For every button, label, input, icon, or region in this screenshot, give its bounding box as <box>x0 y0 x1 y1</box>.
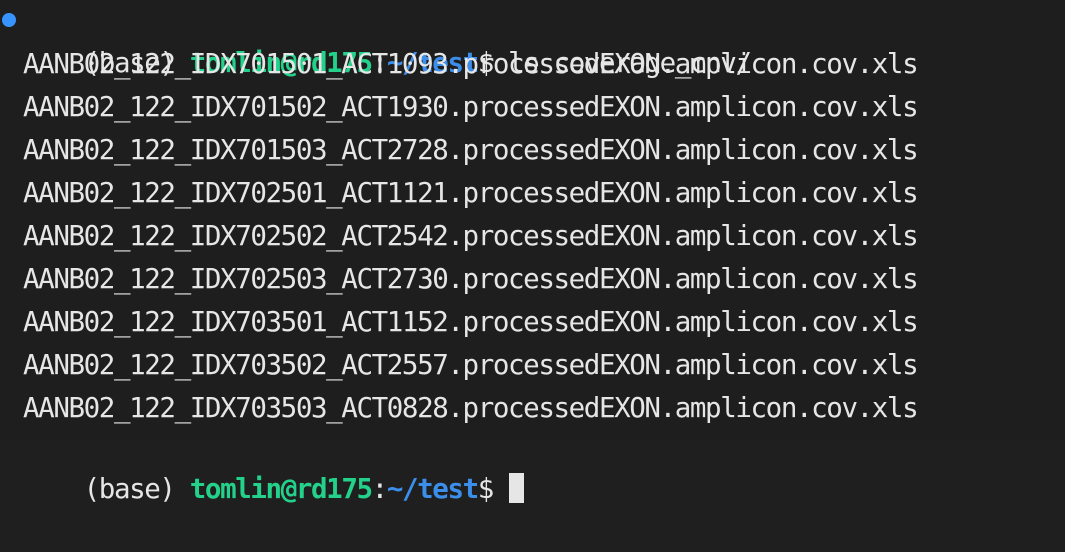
current-path: ~/test <box>386 473 479 505</box>
conda-env: (base) <box>83 473 190 505</box>
output-line: AANB02_122_IDX703501_ACT1152.processedEX… <box>23 306 919 338</box>
output-line: AANB02_122_IDX702503_ACT2730.processedEX… <box>23 263 919 295</box>
terminal[interactable]: (base) tomlin@rd175:~/test$ ls coverage_… <box>0 0 1065 505</box>
output-line: AANB02_122_IDX701502_ACT1930.processedEX… <box>23 91 919 123</box>
prompt-colon: : <box>371 473 389 505</box>
output-line: AANB02_122_IDX701501_ACT1093.processedEX… <box>23 48 919 80</box>
output-line: AANB02_122_IDX701503_ACT2728.processedEX… <box>23 134 919 166</box>
output-line: AANB02_122_IDX702501_ACT1121.processedEX… <box>23 177 919 209</box>
next-prompt-line[interactable]: (base) tomlin@rd175:~/test$ <box>23 426 524 505</box>
output-line: AANB02_122_IDX703503_ACT0828.processedEX… <box>23 392 919 424</box>
command-line: (base) tomlin@rd175:~/test$ ls coverage_… <box>2 0 752 79</box>
output-line: AANB02_122_IDX703502_ACT2557.processedEX… <box>23 349 919 381</box>
command-status-dot-icon[interactable] <box>2 13 16 27</box>
user-host: tomlin@rd175 <box>189 473 373 505</box>
output-line: AANB02_122_IDX702502_ACT2542.processedEX… <box>23 220 919 252</box>
prompt-symbol: $ <box>477 473 495 505</box>
text-cursor <box>508 473 524 503</box>
